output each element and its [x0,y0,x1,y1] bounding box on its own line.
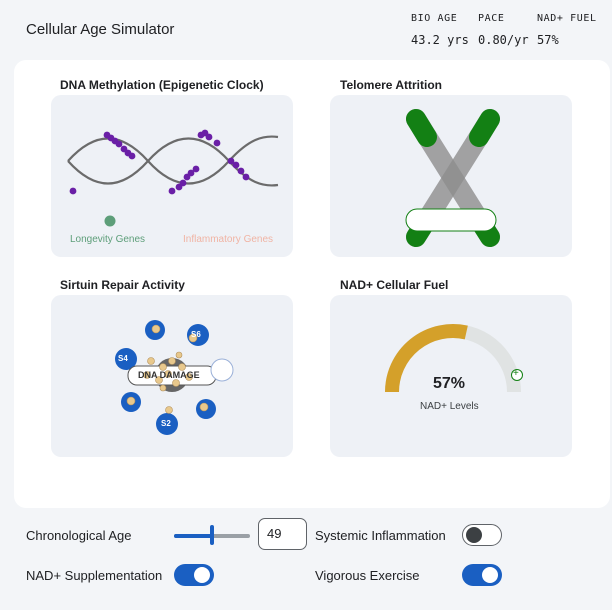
stat-label: PACE [478,13,505,24]
methylation-mark [237,167,245,175]
slider-thumb[interactable] [210,525,214,545]
legend-longevity: Longevity Genes [70,234,146,245]
toggle-knob [482,567,498,583]
longevity-genes-dot [104,215,116,227]
nad-caption: NAD+ Levels [420,401,479,412]
stat-value: 57% [537,33,559,47]
methylation-mark [69,187,77,195]
stat-value: 0.80/yr [478,33,529,47]
sirtuin-node-label: S4 [118,354,128,363]
toggle-knob [466,527,482,543]
telomere-cap [469,109,500,147]
methylation-mark [168,187,176,195]
methylation-mark [213,139,221,147]
telomere-card-title: Telomere Attrition [340,78,443,92]
sirtuin-node-label: S2 [161,419,171,428]
nad-supplementation-toggle[interactable] [174,564,214,586]
nad-supplementation-label: NAD+ Supplementation [26,568,163,583]
damage-label: DNA DAMAGE [138,370,200,380]
telomere-cap [406,109,437,147]
repair-target [210,358,234,382]
age-label: Chronological Age [26,528,132,543]
methylation-mark [232,161,240,169]
exercise-label: Vigorous Exercise [315,568,420,583]
methylation-mark [192,165,200,173]
age-slider[interactable] [174,525,250,545]
inflammation-label: Systemic Inflammation [315,528,446,543]
dna-card-title: DNA Methylation (Epigenetic Clock) [60,78,264,92]
telomere-panel [330,95,572,257]
inflammation-toggle[interactable] [462,524,502,546]
sirtuin-panel: DNA DAMAGE S4 S6 S2 [51,295,293,457]
methylation-mark [179,179,187,187]
methylation-mark [115,140,123,148]
stat-label: BIO AGE [411,13,458,24]
chromosome [405,109,500,247]
methylation-mark [128,152,136,160]
dna-helix [67,129,279,227]
stats-bar: BIO AGE 43.2 yrs PACE 0.80/yr NAD+ FUEL … [0,13,612,53]
stat-nad-fuel: NAD+ FUEL 57% [537,13,597,47]
stat-bio-age: BIO AGE 43.2 yrs [411,13,469,47]
methylation-mark [205,133,213,141]
slider-fill [174,534,212,538]
age-input[interactable]: 49 [258,518,307,550]
telomere-indicator [405,208,497,232]
sirtuin-card-title: Sirtuin Repair Activity [60,278,185,292]
toggle-knob [194,567,210,583]
methylation-mark [242,173,250,181]
dna-panel: Longevity Genes Inflammatory Genes [51,95,293,257]
stat-label: NAD+ FUEL [537,13,597,24]
stat-pace: PACE 0.80/yr [478,13,529,47]
nad-card-title: NAD+ Cellular Fuel [340,278,449,292]
nad-panel: 57% NAD+ Levels + [330,295,572,457]
sirtuin-node-label: S6 [191,330,201,339]
nad-percent: 57% [433,375,466,392]
dashboard-board: DNA Methylation (Epigenetic Clock) Longe… [14,60,610,508]
exercise-toggle[interactable] [462,564,502,586]
legend-inflammatory: Inflammatory Genes [183,234,274,245]
stat-value: 43.2 yrs [411,33,469,47]
plus-icon-glyph[interactable]: + [513,368,519,380]
